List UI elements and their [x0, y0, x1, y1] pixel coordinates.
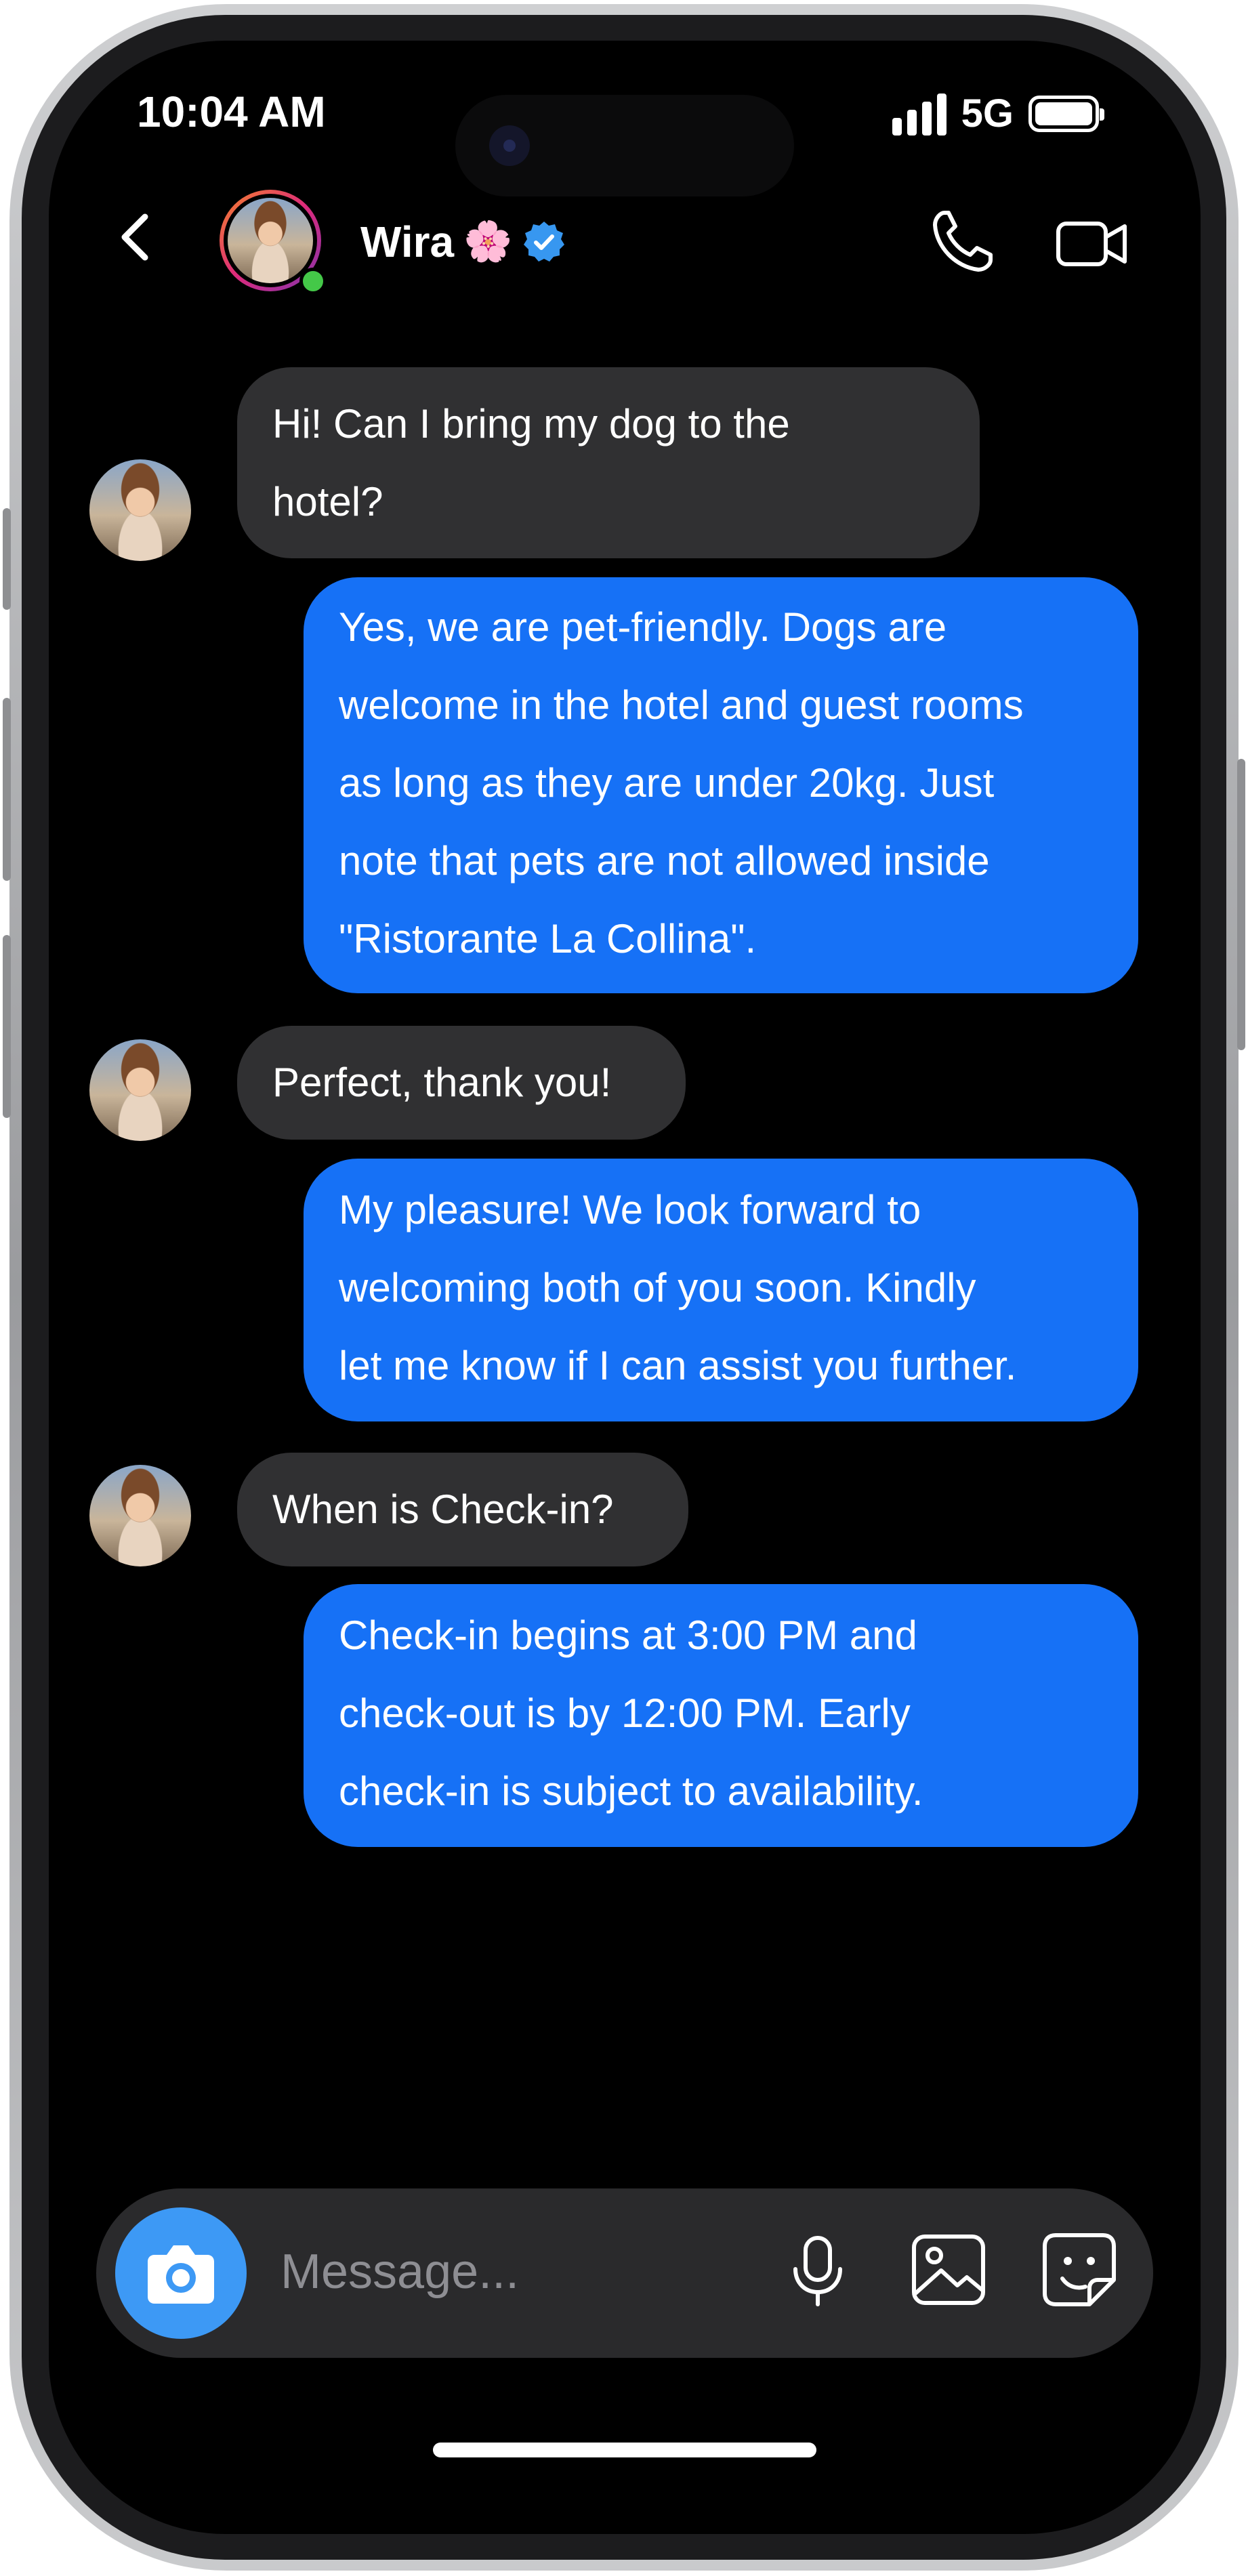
message-line: note that pets are not allowed inside [339, 838, 990, 884]
outgoing-message[interactable]: Yes, we are pet-friendly. Dogs are welco… [304, 577, 1138, 993]
incoming-message[interactable]: Hi! Can I bring my dog to the hotel? [237, 367, 980, 558]
message-avatar [89, 1465, 191, 1566]
message-thread: Hi! Can I bring my dog to the hotel? Yes… [49, 41, 1201, 2534]
message-line: welcoming both of you soon. Kindly [339, 1265, 976, 1310]
message-avatar [89, 459, 191, 561]
message-line: Hi! Can I bring my dog to the [272, 401, 790, 446]
message-line: as long as they are under 20kg. Just [339, 760, 995, 806]
power-button [1237, 759, 1245, 1050]
message-line: check-in is subject to availability. [339, 1768, 923, 1814]
message-line: Yes, we are pet-friendly. Dogs are [339, 604, 947, 650]
incoming-message[interactable]: Perfect, thank you! [237, 1026, 686, 1140]
message-line: check-out is by 12:00 PM. Early [339, 1690, 911, 1736]
volume-down-button [3, 935, 11, 1118]
message-line: My pleasure! We look forward to [339, 1187, 921, 1232]
silent-switch [3, 508, 11, 610]
outgoing-message[interactable]: My pleasure! We look forward to welcomin… [304, 1159, 1138, 1421]
home-indicator[interactable] [433, 2443, 816, 2457]
message-composer: Message... [96, 2188, 1153, 2358]
camera-button[interactable] [115, 2207, 247, 2339]
microphone-icon[interactable] [774, 2226, 862, 2314]
incoming-message[interactable]: When is Check-in? [237, 1453, 688, 1566]
camera-icon [148, 2245, 214, 2304]
message-line: Check-in begins at 3:00 PM and [339, 1613, 917, 1658]
message-line: let me know if I can assist you further. [339, 1343, 1017, 1388]
outgoing-message[interactable]: Check-in begins at 3:00 PM and check-out… [304, 1584, 1138, 1847]
gallery-image-icon[interactable] [904, 2226, 993, 2314]
message-avatar [89, 1039, 191, 1141]
message-input[interactable]: Message... [280, 2244, 519, 2300]
sticker-icon[interactable] [1035, 2226, 1123, 2314]
message-line: "Ristorante La Collina". [339, 916, 757, 961]
message-line: Perfect, thank you! [272, 1060, 612, 1105]
screen: 10:04 AM 5G Wira 🌸 Hi! Can I bring my do… [49, 41, 1201, 2534]
message-line: When is Check-in? [272, 1487, 614, 1532]
message-line: welcome in the hotel and guest rooms [339, 682, 1024, 728]
volume-up-button [3, 698, 11, 881]
message-line: hotel? [272, 479, 383, 524]
